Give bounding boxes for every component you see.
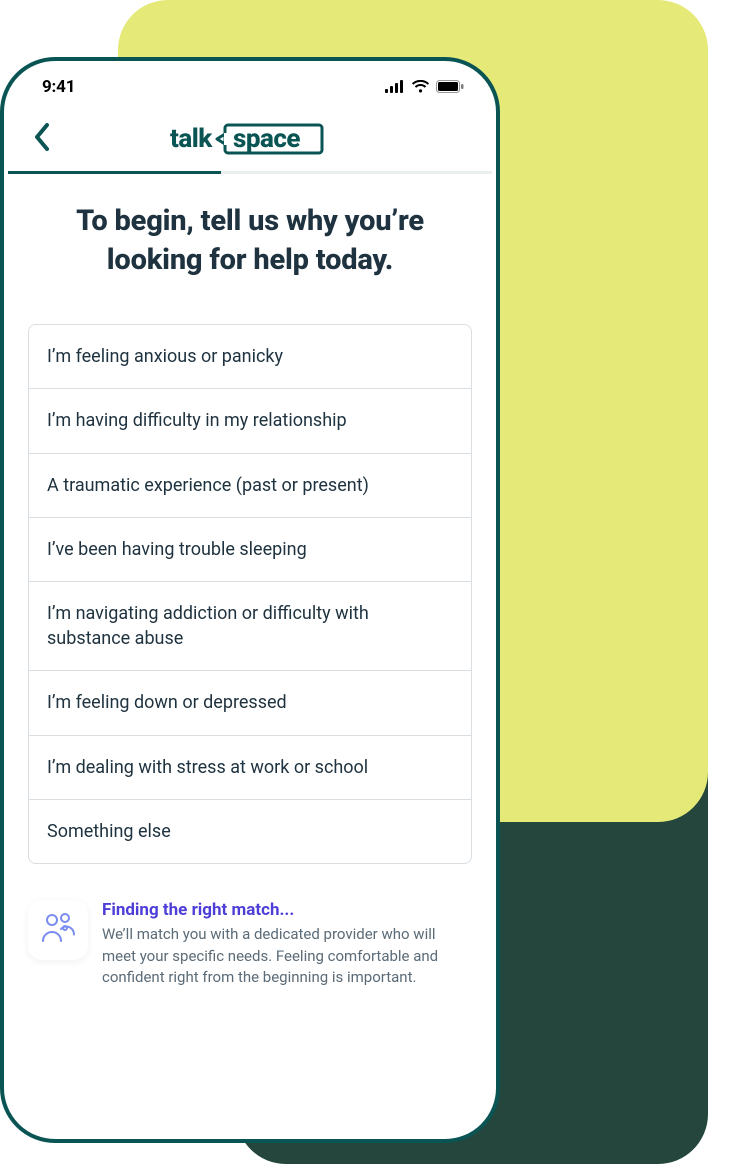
option-addiction[interactable]: I’m navigating addiction or difficulty w… <box>29 581 471 670</box>
back-button[interactable] <box>22 119 62 159</box>
option-anxious[interactable]: I’m feeling anxious or panicky <box>29 325 471 388</box>
status-bar: 9:41 <box>8 65 492 109</box>
match-title: Finding the right match... <box>102 900 472 920</box>
option-depressed[interactable]: I’m feeling down or depressed <box>29 670 471 734</box>
cellular-icon <box>385 78 405 97</box>
brand-logo: talk space <box>165 119 335 159</box>
option-stress[interactable]: I’m dealing with stress at work or schoo… <box>29 735 471 799</box>
status-icons <box>385 78 464 97</box>
page-title: To begin, tell us why you’re looking for… <box>8 174 492 290</box>
brand-word-2: space <box>233 124 300 154</box>
option-sleep[interactable]: I’ve been having trouble sleeping <box>29 517 471 581</box>
match-text: Finding the right match... We’ll match y… <box>102 900 472 989</box>
match-icon-tile <box>28 900 88 960</box>
status-time: 9:41 <box>42 77 75 97</box>
nav-bar: talk space <box>8 109 492 169</box>
match-description: We’ll match you with a dedicated provide… <box>102 924 472 989</box>
option-list: I’m feeling anxious or panicky I’m havin… <box>28 324 472 864</box>
brand-word-1: talk <box>170 124 213 154</box>
option-other[interactable]: Something else <box>29 799 471 863</box>
marketing-stage: 9:41 <box>0 0 746 1171</box>
people-icon <box>39 911 77 949</box>
chevron-left-icon <box>33 122 51 156</box>
match-card: Finding the right match... We’ll match y… <box>28 900 472 989</box>
battery-icon <box>436 78 464 97</box>
phone-screen: 9:41 <box>8 65 492 1135</box>
wifi-icon <box>411 78 430 97</box>
option-relationship[interactable]: I’m having difficulty in my relationship <box>29 388 471 452</box>
option-trauma[interactable]: A traumatic experience (past or present) <box>29 453 471 517</box>
phone-frame: 9:41 <box>0 57 500 1143</box>
